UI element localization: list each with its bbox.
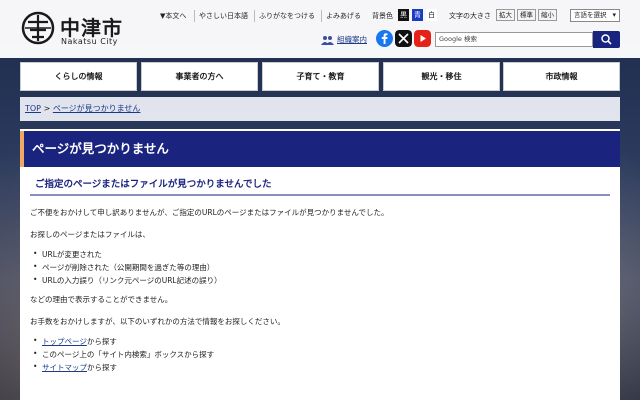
section-heading: ご指定のページまたはファイルが見つかりませんでした (30, 176, 610, 196)
reason-item: URLが変更された (32, 249, 102, 260)
font-small-button[interactable]: 縮小 (538, 9, 557, 21)
nav-item-city-info[interactable]: 市政情報 (503, 62, 620, 91)
bg-blue-button[interactable]: 青 (412, 9, 423, 21)
breadcrumb-current-link[interactable]: ページが見つかりません (53, 104, 141, 113)
font-large-button[interactable]: 拡大 (496, 9, 515, 21)
reason-item: ページが削除された（公開期間を過ぎた等の理由） (32, 262, 214, 273)
intro-text: お探しのページまたはファイルは、 (30, 230, 150, 239)
nav-item-living[interactable]: くらしの情報 (20, 62, 137, 91)
youtube-icon[interactable] (414, 30, 431, 47)
method-item: このページ上の「サイト内検索」ボックスから探す (32, 349, 214, 360)
search-icon (601, 34, 612, 45)
search-button[interactable] (593, 31, 620, 48)
font-size-label: 文字の大きさ (449, 12, 491, 20)
bg-color-label: 背景色 (372, 12, 393, 20)
main-content: ページが見つかりません ご指定のページまたはファイルが見つかりませんでした ご不… (20, 129, 620, 400)
site-header: 中津市 Nakatsu City ▼本文へ やさしい日本語 ふりがなをつける よ… (0, 0, 640, 58)
skip-to-content-link[interactable]: ▼本文へ (160, 9, 186, 23)
divider (321, 10, 322, 22)
people-icon (321, 36, 334, 45)
divider (254, 10, 255, 22)
breadcrumb: TOP > ページが見つかりません (20, 97, 620, 121)
bg-white-button[interactable]: 白 (426, 9, 437, 21)
x-icon[interactable] (395, 30, 412, 47)
reason-item: URLの入力誤り（リンク元ページのURL記述の誤り） (32, 275, 222, 286)
breadcrumb-separator: > (43, 104, 51, 113)
font-standard-button[interactable]: 標準 (517, 9, 536, 21)
furigana-link[interactable]: ふりがなをつける (259, 9, 315, 23)
top-page-link[interactable]: トップページ (42, 337, 87, 346)
nav-item-tourism[interactable]: 観光・移住 (383, 62, 500, 91)
reason-outro-text: などの理由で表示することができません。 (30, 295, 173, 304)
city-emblem-icon (21, 11, 55, 45)
nav-item-childcare[interactable]: 子育て・教育 (262, 62, 379, 91)
language-select[interactable]: 言語を選択 (570, 9, 620, 22)
method-item: サイトマップから探す (32, 362, 117, 373)
divider (194, 10, 195, 22)
sitemap-link[interactable]: サイトマップ (42, 363, 87, 372)
easy-japanese-link[interactable]: やさしい日本語 (199, 9, 248, 23)
facebook-icon[interactable] (376, 30, 393, 47)
nav-item-business[interactable]: 事業者の方へ (141, 62, 258, 91)
bg-black-button[interactable]: 黒 (398, 9, 409, 21)
breadcrumb-top-link[interactable]: TOP (25, 104, 41, 113)
read-aloud-link[interactable]: よみあげる (326, 9, 361, 23)
method-intro-text: お手数をおかけしますが、以下のいずれかの方法で情報をお探しください。 (30, 317, 285, 326)
site-name-en: Nakatsu City (61, 37, 118, 46)
apology-text: ご不便をおかけして申し訳ありませんが、ご指定のURLのページまたはファイルが見つ… (30, 208, 389, 217)
method-item: トップページから探す (32, 336, 117, 347)
page-title: ページが見つかりません (20, 131, 620, 167)
site-logo[interactable]: 中津市 Nakatsu City (20, 10, 130, 50)
org-guide-link[interactable]: 組織案内 (321, 32, 367, 48)
site-search-input[interactable]: Google 検索 (435, 32, 593, 47)
